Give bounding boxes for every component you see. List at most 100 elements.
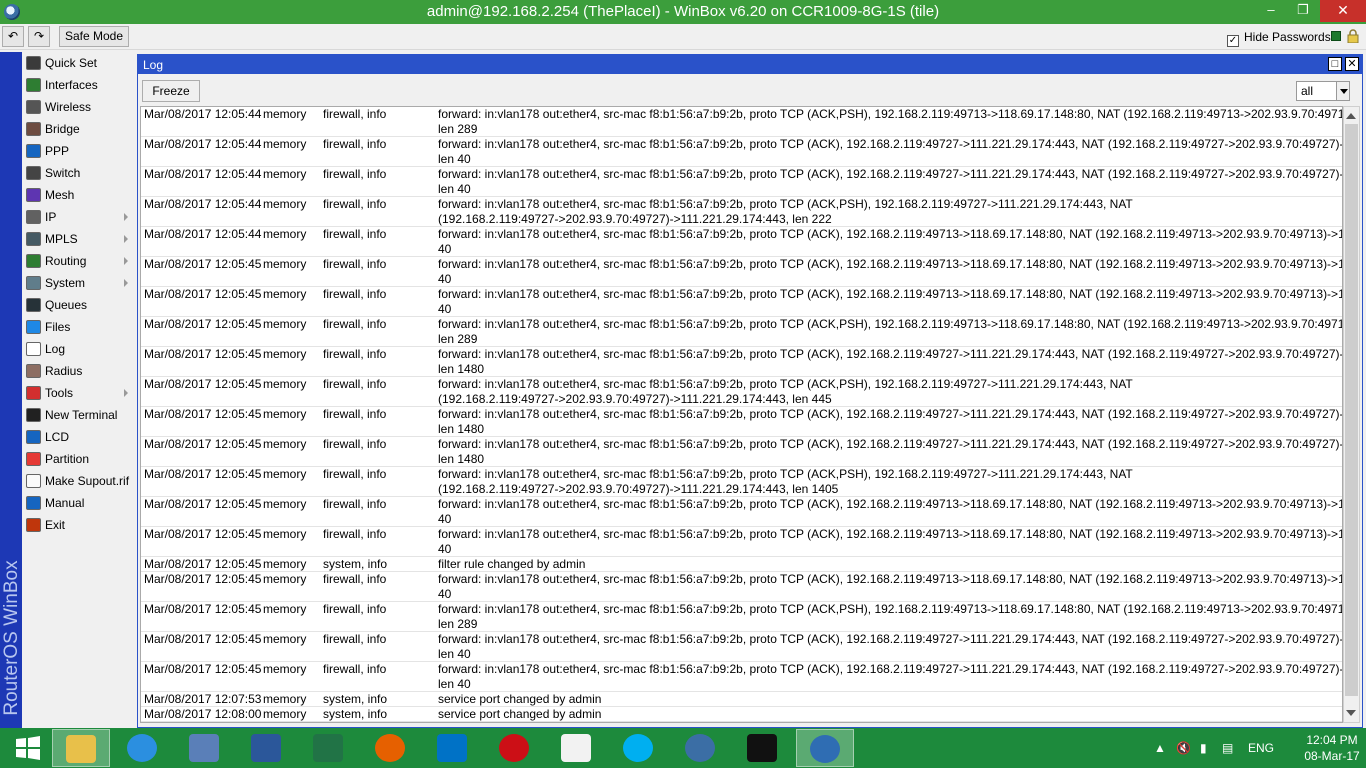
- sidebar-item-mesh[interactable]: Mesh: [22, 184, 134, 206]
- log-time: Mar/08/2017 12:07:53: [144, 692, 262, 706]
- sidebar-item-label: Manual: [45, 496, 85, 510]
- sidebar-item-bridge[interactable]: Bridge: [22, 118, 134, 140]
- log-row[interactable]: Mar/08/2017 12:05:45 memory system, info fi…: [141, 557, 1342, 572]
- sidebar-item-label: System: [45, 276, 86, 290]
- log-topics: firewall, info: [323, 197, 387, 211]
- log-row[interactable]: Mar/08/2017 12:05:45 memory firewall, info…: [141, 467, 1342, 497]
- log-row[interactable]: Mar/08/2017 12:05:45 memory firewall, info…: [141, 602, 1342, 632]
- taskbar-winbox[interactable]: [796, 729, 854, 767]
- sidebar-item-system[interactable]: System: [22, 272, 134, 294]
- sidebar-item-interfaces[interactable]: Interfaces: [22, 74, 134, 96]
- safe-mode-button[interactable]: Safe Mode: [59, 26, 129, 47]
- sidebar-item-radius[interactable]: Radius: [22, 360, 134, 382]
- taskbar-excel[interactable]: [300, 729, 358, 767]
- scroll-thumb[interactable]: [1345, 124, 1358, 696]
- taskbar-visual-paradigm[interactable]: [548, 729, 606, 767]
- log-row[interactable]: Mar/08/2017 12:05:44 memory firewall, info…: [141, 227, 1342, 257]
- log-row[interactable]: Mar/08/2017 12:05:44 memory firewall, info…: [141, 167, 1342, 197]
- input-language[interactable]: ENG: [1248, 741, 1274, 755]
- log-topics: firewall, info: [323, 317, 387, 331]
- log-row[interactable]: Mar/08/2017 12:05:45 memory firewall, info…: [141, 572, 1342, 602]
- log-message-line: forward: in:vlan178 out:ether4, src-mac …: [438, 287, 1343, 301]
- log-row[interactable]: Mar/08/2017 12:05:45 memory firewall, info…: [141, 527, 1342, 557]
- taskbar-command-prompt[interactable]: [734, 729, 792, 767]
- taskbar-file-explorer[interactable]: [52, 729, 110, 767]
- taskbar-skype[interactable]: [610, 729, 668, 767]
- sidebar-item-wireless[interactable]: Wireless: [22, 96, 134, 118]
- sidebar-item-switch[interactable]: Switch: [22, 162, 134, 184]
- log-scrollbar[interactable]: [1343, 106, 1360, 723]
- log-row[interactable]: Mar/08/2017 12:05:45 memory firewall, info…: [141, 347, 1342, 377]
- sidebar-item-label: Queues: [45, 298, 88, 312]
- log-row[interactable]: Mar/08/2017 12:05:45 memory firewall, info…: [141, 497, 1342, 527]
- show-hidden-icons-icon[interactable]: ▲: [1154, 741, 1166, 755]
- log-message-line: len 40: [438, 677, 471, 691]
- log-row[interactable]: Mar/08/2017 12:05:45 memory firewall, info…: [141, 662, 1342, 692]
- taskbar-word[interactable]: [238, 729, 296, 767]
- mpls-icon: [26, 232, 41, 246]
- undo-button[interactable]: ↶: [2, 26, 24, 47]
- exit-icon: [26, 518, 41, 532]
- log-row[interactable]: Mar/08/2017 12:05:45 memory firewall, info…: [141, 377, 1342, 407]
- log-message: forward: in:vlan178 out:ether4, src-mac …: [438, 197, 1342, 227]
- maximize-button[interactable]: ❐: [1288, 0, 1318, 22]
- log-row[interactable]: Mar/08/2017 12:08:00 memory system, info se…: [141, 707, 1342, 722]
- dropdown-arrow-icon[interactable]: [1336, 82, 1349, 100]
- log-time: Mar/08/2017 12:05:45: [144, 317, 262, 331]
- volume-muted-icon[interactable]: 🔇: [1176, 741, 1191, 755]
- log-row[interactable]: Mar/08/2017 12:05:45 memory firewall, info…: [141, 632, 1342, 662]
- log-row[interactable]: Mar/08/2017 12:05:44 memory firewall, info…: [141, 107, 1342, 137]
- log-topics: firewall, info: [323, 287, 387, 301]
- sidebar-item-new-terminal[interactable]: New Terminal: [22, 404, 134, 426]
- sidebar-item-exit[interactable]: Exit: [22, 514, 134, 536]
- hide-passwords-checkbox[interactable]: ✓: [1227, 35, 1239, 47]
- sidebar-item-partition[interactable]: Partition: [22, 448, 134, 470]
- taskbar-remote-desktop[interactable]: [176, 729, 234, 767]
- taskbar-thunderbird[interactable]: [672, 729, 730, 767]
- log-row[interactable]: Mar/08/2017 12:05:45 memory firewall, info…: [141, 407, 1342, 437]
- taskbar-firefox[interactable]: [362, 729, 420, 767]
- taskbar-outlook[interactable]: [424, 729, 482, 767]
- log-table[interactable]: Mar/08/2017 12:05:44 memory firewall, info…: [140, 106, 1343, 723]
- log-message: forward: in:vlan178 out:ether4, src-mac …: [438, 632, 1342, 662]
- freeze-button[interactable]: Freeze: [142, 80, 200, 102]
- sidebar-item-files[interactable]: Files: [22, 316, 134, 338]
- log-row[interactable]: Mar/08/2017 12:05:45 memory firewall, info…: [141, 317, 1342, 347]
- log-time: Mar/08/2017 12:05:45: [144, 377, 262, 391]
- log-row[interactable]: Mar/08/2017 12:05:44 memory firewall, info…: [141, 197, 1342, 227]
- log-filter-select[interactable]: all: [1296, 81, 1350, 101]
- log-row[interactable]: Mar/08/2017 12:05:45 memory firewall, info…: [141, 437, 1342, 467]
- scroll-up-icon[interactable]: [1346, 113, 1356, 119]
- clock-date[interactable]: 08-Mar-17: [1300, 749, 1364, 763]
- taskbar-opera[interactable]: [486, 729, 544, 767]
- redo-button[interactable]: ↷: [28, 26, 50, 47]
- minimize-button[interactable]: –: [1256, 0, 1286, 22]
- network-icon[interactable]: ▤: [1222, 741, 1233, 755]
- log-row[interactable]: Mar/08/2017 12:05:44 memory firewall, info…: [141, 137, 1342, 167]
- sidebar-item-tools[interactable]: Tools: [22, 382, 134, 404]
- sidebar-item-lcd[interactable]: LCD: [22, 426, 134, 448]
- log-row[interactable]: Mar/08/2017 12:05:45 memory firewall, info…: [141, 287, 1343, 317]
- taskbar-internet-explorer[interactable]: [114, 729, 172, 767]
- close-button[interactable]: ✕: [1320, 0, 1366, 22]
- taskbar-start-button[interactable]: [0, 729, 58, 767]
- clock-time[interactable]: 12:04 PM: [1300, 733, 1364, 747]
- power-icon[interactable]: ▮: [1200, 741, 1207, 755]
- sidebar-item-mpls[interactable]: MPLS: [22, 228, 134, 250]
- sidebar-item-ip[interactable]: IP: [22, 206, 134, 228]
- hide-passwords-toggle[interactable]: ✓ Hide Passwords: [1227, 30, 1331, 47]
- log-row[interactable]: Mar/08/2017 12:07:53 memory system, info se…: [141, 692, 1342, 707]
- log-buffer: memory: [263, 347, 307, 361]
- sidebar-item-manual[interactable]: Manual: [22, 492, 134, 514]
- sidebar-item-make-supout-rif[interactable]: Make Supout.rif: [22, 470, 134, 492]
- sidebar-item-queues[interactable]: Queues: [22, 294, 134, 316]
- log-restore-button[interactable]: □: [1328, 57, 1342, 71]
- log-close-button[interactable]: ✕: [1345, 57, 1359, 71]
- sidebar-item-ppp[interactable]: PPP: [22, 140, 134, 162]
- sidebar-item-log[interactable]: Log: [22, 338, 134, 360]
- sidebar-item-routing[interactable]: Routing: [22, 250, 134, 272]
- log-message: forward: in:vlan178 out:ether4, src-mac …: [438, 227, 1342, 257]
- scroll-down-icon[interactable]: [1346, 710, 1356, 716]
- sidebar-item-quick-set[interactable]: Quick Set: [22, 52, 134, 74]
- log-row[interactable]: Mar/08/2017 12:05:45 memory firewall, info…: [141, 257, 1342, 287]
